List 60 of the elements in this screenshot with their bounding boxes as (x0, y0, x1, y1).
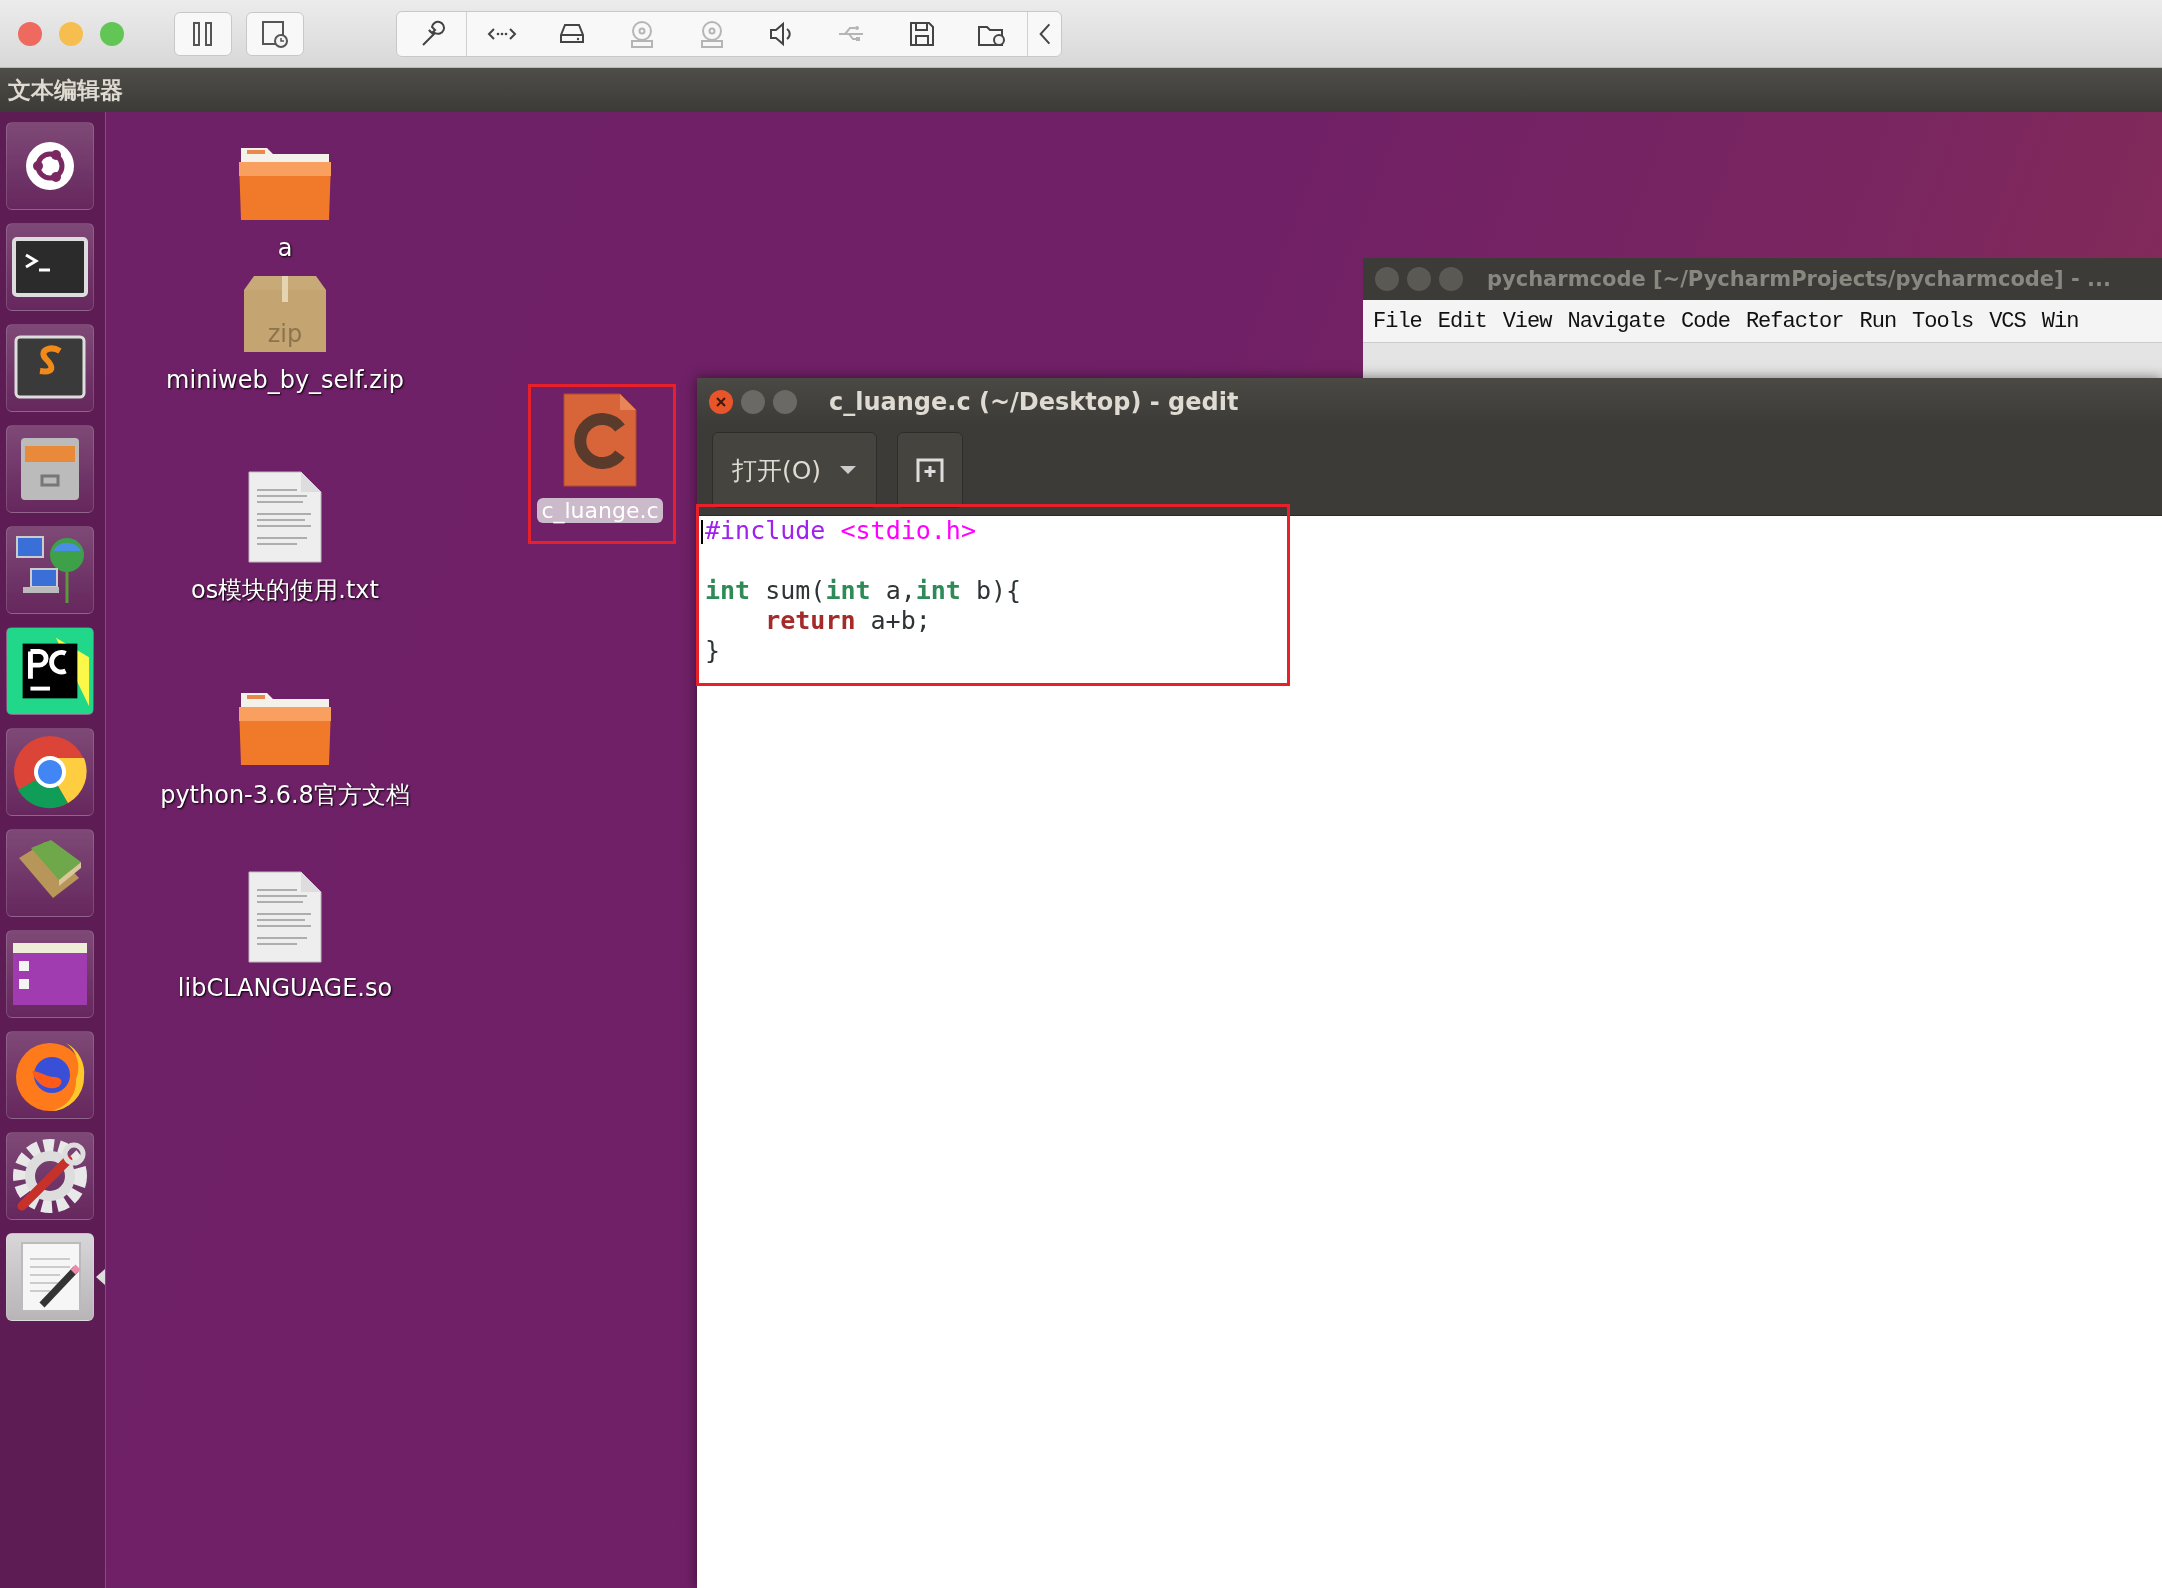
desktop-icon[interactable]: zip miniweb_by_self.zip (145, 272, 425, 394)
browser-logo-icon (12, 734, 88, 810)
desktop-icon[interactable]: python-3.6.8官方文档 (145, 685, 425, 811)
code-line: return a+b; (764, 606, 931, 636)
terminal-icon (12, 237, 88, 297)
launcher-item[interactable] (6, 1132, 94, 1220)
close-button[interactable] (709, 389, 733, 414)
app-title: 文本编辑器 (8, 75, 123, 105)
file-name: libCLANGUAGE.so (176, 974, 394, 1002)
text-area[interactable]: #include <stdio.h> int sum(int a,int b){ return a+b; } (697, 516, 2162, 1588)
menu-item[interactable]: View (1502, 308, 1552, 334)
window-title: pycharmcode [~/PycharmProjects/pycharmcode] - ... (1487, 267, 2111, 291)
launcher-item[interactable] (6, 526, 94, 614)
file-type-label: zip (266, 320, 304, 348)
file-name: miniweb_by_self.zip (165, 366, 405, 394)
launcher-item[interactable] (6, 1031, 94, 1119)
menu-item[interactable]: Run (1859, 308, 1897, 334)
dropdown-arrow-icon (839, 465, 858, 475)
file-name: a (276, 234, 294, 262)
launcher-item[interactable] (6, 930, 94, 1018)
code-line: } (705, 636, 721, 666)
launcher-item[interactable] (6, 223, 94, 311)
desktop-icon[interactable]: a (145, 140, 425, 262)
ide-logo-icon (7, 627, 93, 715)
new-tab-icon (915, 457, 945, 483)
menu-item[interactable]: Tools (1912, 308, 1974, 334)
launcher-item[interactable] (6, 627, 94, 715)
new-tab-button[interactable] (897, 432, 963, 508)
window-title: c_luange.c (~/Desktop) - gedit (829, 387, 1239, 416)
open-button[interactable]: 打开(O) (712, 432, 877, 508)
code-line: #include <stdio.h> (705, 516, 976, 546)
snapshot-button[interactable] (246, 11, 304, 56)
close-icon (715, 395, 727, 408)
code-line: int sum(int a,int b){ (705, 576, 1022, 606)
desktop-icon[interactable]: libCLANGUAGE.so (145, 870, 425, 1002)
code-editor-icon (12, 335, 88, 401)
menu-item[interactable]: Edit (1437, 308, 1487, 334)
launcher-item[interactable] (6, 122, 94, 210)
menu-item[interactable]: VCS (1989, 308, 2026, 334)
desktop-icon[interactable]: os模块的使用.txt (145, 470, 425, 606)
menu-item[interactable]: Navigate (1567, 308, 1666, 334)
menu-item[interactable]: Refactor (1745, 308, 1844, 334)
launcher-item[interactable] (6, 1233, 94, 1321)
file-name: python-3.6.8官方文档 (159, 780, 411, 811)
file-name: c_luange.c (537, 498, 663, 523)
pause-button[interactable] (174, 11, 232, 56)
snapshot-icon (260, 18, 290, 49)
menu-item[interactable]: File (1373, 308, 1422, 334)
pause-icon (191, 20, 215, 47)
menu-item[interactable]: Win (2041, 308, 2079, 334)
settings-icon (12, 1138, 88, 1214)
file-name: os模块的使用.txt (190, 575, 380, 606)
text-caret (701, 520, 703, 544)
workspace-window-icon (11, 941, 89, 1007)
text-file-icon (247, 470, 323, 564)
menu-item[interactable]: Code (1681, 308, 1730, 334)
launcher-item[interactable] (6, 324, 94, 412)
launcher-item[interactable] (6, 728, 94, 816)
c-file-icon (562, 392, 638, 488)
text-file-icon (247, 870, 323, 964)
